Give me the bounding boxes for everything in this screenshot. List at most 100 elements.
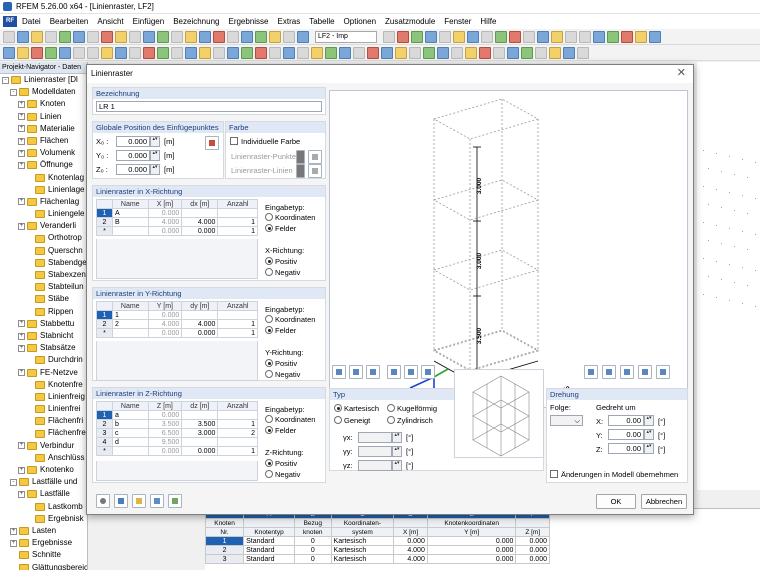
navigator-item[interactable]: + Stabnicht — [0, 330, 87, 342]
toolbar-button-icon[interactable] — [395, 46, 407, 59]
toolbar-button-icon[interactable] — [185, 46, 197, 59]
table-cell[interactable]: c — [112, 428, 149, 438]
table-cell[interactable]: 0.000 — [426, 545, 517, 555]
table-cell[interactable]: 0 — [294, 536, 332, 546]
navigator-item[interactable]: - Modelldaten — [0, 86, 87, 98]
table-row[interactable]: 1 a 0.000 — [96, 410, 258, 420]
fields-radio[interactable] — [265, 426, 273, 434]
toolbar-button-icon[interactable] — [255, 30, 267, 43]
toolbar-button-icon[interactable] — [213, 46, 225, 59]
navigator-item[interactable]: Linienfreig — [0, 391, 87, 403]
toolbar-button-icon[interactable] — [129, 46, 141, 59]
x0-input[interactable]: 0.000 — [116, 136, 150, 147]
toolbar-button-icon[interactable] — [227, 30, 239, 43]
navigator-item[interactable]: Querschn — [0, 245, 87, 257]
menu-zusatzmodule[interactable]: Zusatzmodule — [385, 17, 435, 26]
toolbar-button-icon[interactable] — [283, 46, 295, 59]
menu-optionen[interactable]: Optionen — [344, 17, 376, 26]
toolbar-button-icon[interactable] — [255, 46, 267, 59]
menu-datei[interactable]: Datei — [22, 17, 41, 26]
table-cell[interactable] — [217, 410, 258, 420]
navigator-item[interactable]: Flächenfre — [0, 427, 87, 439]
folge-select[interactable]: ⌵ — [550, 415, 583, 426]
table-cell[interactable]: a — [112, 410, 149, 420]
navigator-item[interactable]: + Verbindur — [0, 440, 87, 452]
open-icon[interactable] — [132, 494, 146, 508]
toolbar-button-icon[interactable] — [73, 30, 85, 43]
table-cell[interactable]: 0.000 — [393, 536, 428, 546]
expand-icon[interactable]: + — [18, 137, 25, 145]
navigator-item[interactable]: + FE-Netzve — [0, 367, 87, 379]
table-cell[interactable]: Standard — [243, 545, 296, 555]
toolbar-button-icon[interactable] — [381, 46, 393, 59]
table-cell[interactable]: 1 — [217, 446, 258, 456]
toolbar-button-icon[interactable] — [3, 46, 15, 59]
toolbar-button-icon[interactable] — [481, 30, 493, 43]
expand-icon[interactable]: + — [10, 527, 17, 535]
direction-positive-radio[interactable] — [265, 359, 273, 367]
toolbar-button-icon[interactable] — [101, 46, 113, 59]
table-cell[interactable]: 4.000 — [393, 545, 428, 555]
toolbar-button-icon[interactable] — [73, 46, 85, 59]
preview-view-icon[interactable] — [584, 365, 598, 379]
ok-button[interactable]: OK — [596, 494, 636, 509]
toolbar-button-icon[interactable] — [451, 46, 463, 59]
navigator-item[interactable]: + Flächen — [0, 135, 87, 147]
navigator-item[interactable]: + Materialie — [0, 123, 87, 135]
typ-zylindrisch-radio[interactable] — [387, 416, 395, 424]
table-cell[interactable]: 1 — [217, 217, 258, 227]
navigator-item[interactable]: - Linienraster [Dl — [0, 74, 87, 86]
toolbar-button-icon[interactable] — [509, 30, 521, 43]
table-cell[interactable] — [112, 328, 149, 338]
toolbar-button-icon[interactable] — [157, 46, 169, 59]
toolbar-button-icon[interactable] — [269, 46, 281, 59]
expand-icon[interactable]: + — [18, 466, 25, 474]
toolbar-button-icon[interactable] — [143, 30, 155, 43]
direction-negative-radio[interactable] — [265, 470, 273, 478]
table-row[interactable]: 1 Standard 0 Kartesisch 0.000 0.000 0.000 — [204, 536, 550, 546]
toolbar-button-icon[interactable] — [549, 46, 561, 59]
fields-radio[interactable] — [265, 224, 273, 232]
toolbar-button-icon[interactable] — [439, 30, 451, 43]
preview-view-icon[interactable] — [656, 365, 670, 379]
table-cell[interactable]: 0 — [294, 554, 332, 564]
navigator-item[interactable]: + Stabsätze — [0, 342, 87, 354]
table-cell[interactable]: 0.000 — [515, 554, 550, 564]
pick-point-icon[interactable] — [205, 136, 219, 150]
apply-changes-checkbox[interactable] — [550, 470, 558, 478]
toolbar-button-icon[interactable] — [397, 30, 409, 43]
table-cell[interactable]: 0.000 — [181, 328, 219, 338]
table-cell[interactable]: 3.500 — [181, 419, 219, 429]
toolbar-button-icon[interactable] — [87, 30, 99, 43]
menu-fenster[interactable]: Fenster — [444, 17, 471, 26]
table-cell[interactable]: 0.000 — [147, 446, 183, 456]
units-icon[interactable] — [114, 494, 128, 508]
navigator-item[interactable]: Anschlüss — [0, 452, 87, 464]
row-number[interactable]: 3 — [204, 554, 245, 564]
toolbar-button-icon[interactable] — [607, 30, 619, 43]
toolbar-button-icon[interactable] — [269, 30, 281, 43]
expand-icon[interactable]: + — [18, 369, 25, 377]
toolbar-button-icon[interactable] — [409, 46, 421, 59]
table-cell[interactable]: 4.000 — [147, 217, 183, 227]
table-row[interactable]: 2 b 3.500 3.500 1 — [96, 419, 258, 429]
toolbar-button-icon[interactable] — [17, 30, 29, 43]
navigator-item[interactable]: Knotenlag — [0, 172, 87, 184]
table-cell[interactable]: 0.000 — [147, 410, 183, 420]
expand-icon[interactable]: + — [18, 222, 25, 230]
navigator-item[interactable]: + Volumenk — [0, 147, 87, 159]
rot-x-spinner[interactable]: ▴▾ — [644, 415, 654, 426]
direction-positive-radio[interactable] — [265, 257, 273, 265]
table-cell[interactable]: 1 — [217, 226, 258, 236]
navigator-item[interactable]: Schnitte — [0, 549, 87, 561]
navigator-item[interactable]: Liniengele — [0, 208, 87, 220]
save-icon[interactable] — [150, 494, 164, 508]
expand-icon[interactable]: + — [18, 442, 25, 450]
table-row[interactable]: 3 Standard 0 Kartesisch 4.000 0.000 0.000 — [204, 554, 550, 564]
toolbar-button-icon[interactable] — [283, 30, 295, 43]
table-cell[interactable]: 0.000 — [515, 545, 550, 555]
navigator-item[interactable]: + Öffnunge — [0, 159, 87, 171]
navigator-item[interactable]: Linienfrei — [0, 403, 87, 415]
table-row[interactable]: 2 Standard 0 Kartesisch 4.000 0.000 0.000 — [204, 545, 550, 555]
expand-icon[interactable]: + — [18, 113, 25, 121]
